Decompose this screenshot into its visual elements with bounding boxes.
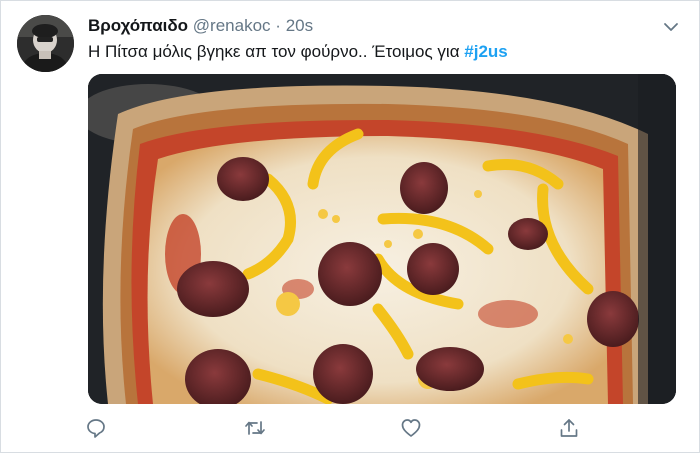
tweet-actions xyxy=(85,417,585,443)
tweet-body: Η Πίτσα μόλις βγηκε απ τον φούρνο.. Έτοι… xyxy=(88,42,465,61)
heart-icon[interactable] xyxy=(400,417,426,443)
share-icon[interactable] xyxy=(558,417,584,443)
separator-dot: · xyxy=(275,16,281,35)
tweet-photo[interactable] xyxy=(88,74,676,404)
chevron-down-icon[interactable] xyxy=(660,16,682,38)
display-name[interactable]: Βροχόπαιδο xyxy=(88,16,188,35)
avatar-photo xyxy=(17,15,74,72)
pizza-image xyxy=(88,74,676,404)
user-handle[interactable]: @renakoc xyxy=(193,16,271,35)
hashtag-link[interactable]: #j2us xyxy=(464,42,507,61)
reply-icon[interactable] xyxy=(85,417,111,443)
tweet-text: Η Πίτσα μόλις βγηκε απ τον φούρνο.. Έτοι… xyxy=(88,42,680,62)
timestamp[interactable]: 20s xyxy=(286,16,313,35)
avatar[interactable] xyxy=(17,15,74,72)
tweet-header: Βροχόπαιδο @renakoc · 20s xyxy=(88,16,660,36)
retweet-icon[interactable] xyxy=(243,417,269,443)
